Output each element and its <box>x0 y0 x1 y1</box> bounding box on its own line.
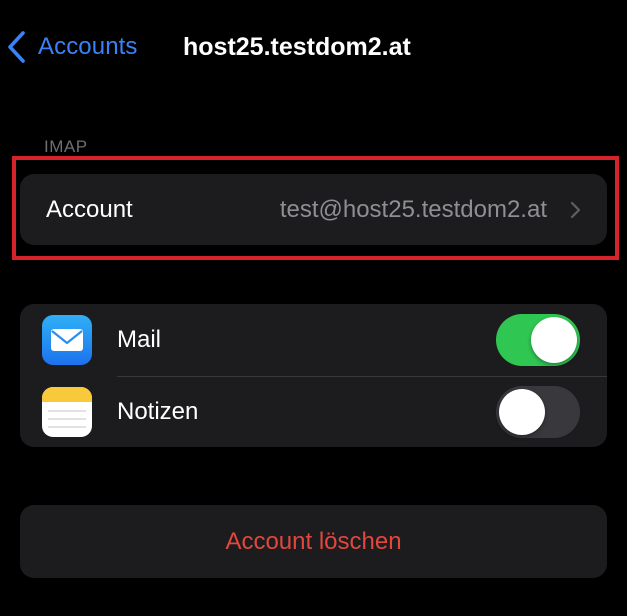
back-button[interactable]: Accounts <box>6 28 138 66</box>
highlight-annotation <box>12 156 619 260</box>
notes-app-icon <box>42 387 92 437</box>
mail-toggle[interactable] <box>496 314 580 366</box>
service-label-mail: Mail <box>117 326 162 353</box>
mail-app-icon <box>42 315 92 365</box>
section-header-imap: IMAP <box>44 137 88 156</box>
delete-account-button[interactable]: Account löschen <box>20 505 607 578</box>
delete-account-label: Account löschen <box>225 527 402 555</box>
service-row-notes: Notizen <box>20 376 607 447</box>
navigation-bar: Accounts host25.testdom2.at <box>0 0 627 95</box>
service-row-mail: Mail <box>20 304 607 376</box>
delete-group: Account löschen <box>20 505 607 578</box>
toggle-knob <box>531 317 577 363</box>
page-title: host25.testdom2.at <box>183 33 411 61</box>
back-button-label: Accounts <box>38 33 138 60</box>
service-label-notes: Notizen <box>117 397 199 425</box>
services-group: Mail Notizen <box>20 304 607 447</box>
toggle-knob <box>499 389 545 435</box>
chevron-left-icon <box>8 31 25 63</box>
notes-toggle[interactable] <box>496 386 580 438</box>
